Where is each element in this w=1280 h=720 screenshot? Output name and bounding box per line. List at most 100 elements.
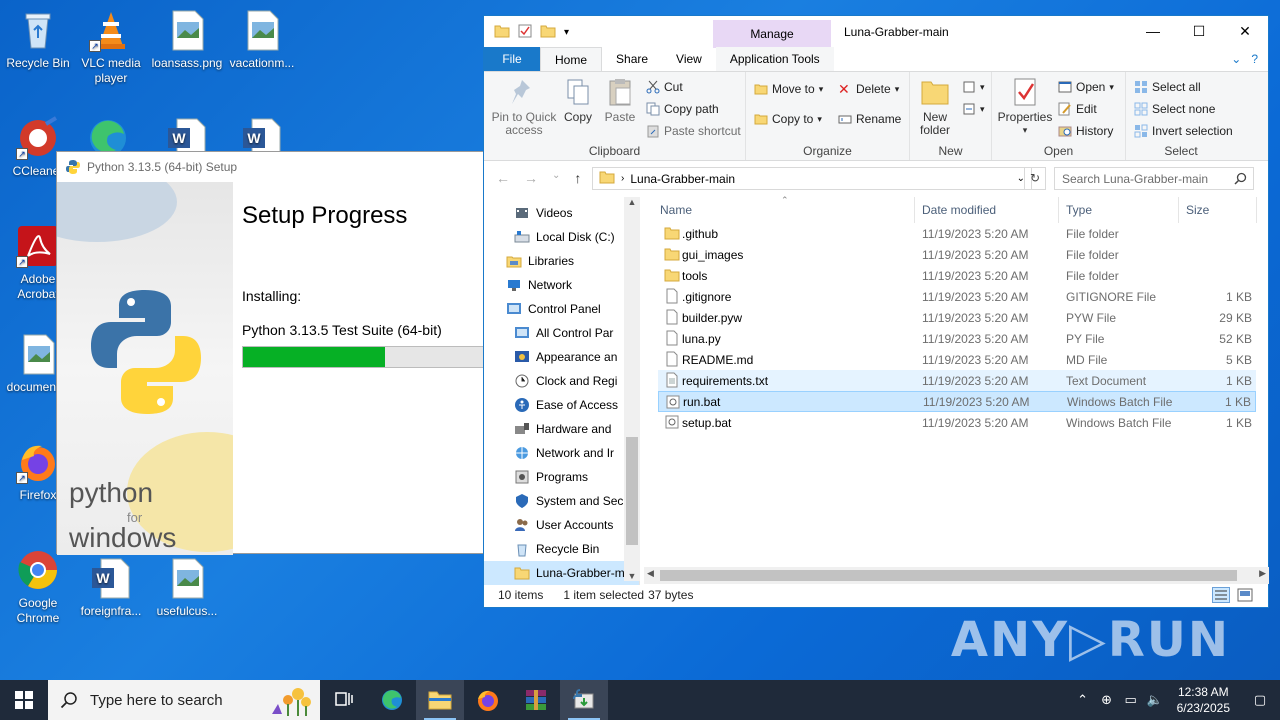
taskbar-search-box[interactable]: Type here to search (48, 680, 320, 720)
delete-button[interactable]: ✕ Delete ▾ (838, 82, 899, 96)
horizontal-scroll-thumb[interactable] (660, 570, 1237, 581)
nav-item-control-panel[interactable]: Control Panel (484, 297, 639, 321)
nav-item-user-accounts[interactable]: User Accounts (484, 513, 639, 537)
new-folder-quick-icon[interactable] (540, 24, 556, 41)
tab-view[interactable]: View (662, 47, 716, 71)
nav-item-ease-of-access[interactable]: Ease of Access (484, 393, 639, 417)
nav-pane-scrollbar[interactable]: ▲ ▼ (624, 197, 640, 581)
scroll-right-icon[interactable]: ▶ (1259, 568, 1266, 579)
desktop-icon-recycle-bin[interactable]: Recycle Bin (0, 8, 76, 71)
nav-item-network-internet[interactable]: Network and Ir (484, 441, 639, 465)
file-row[interactable]: luna.py 11/19/2023 5:20 AM PY File 52 KB (658, 328, 1256, 349)
nav-item-local-disk[interactable]: Local Disk (C:) (484, 225, 639, 249)
scroll-left-icon[interactable]: ◀ (647, 568, 654, 579)
nav-item-luna-grabber[interactable]: Luna-Grabber-m (484, 561, 639, 585)
scroll-up-icon[interactable]: ▲ (624, 197, 640, 207)
nav-item-clock-region[interactable]: Clock and Regi (484, 369, 639, 393)
desktop-icon-vacation[interactable]: vacationm... (224, 8, 300, 71)
copy-path-button[interactable]: Copy path (646, 102, 719, 116)
task-view-button[interactable] (320, 680, 368, 720)
desktop-icon-foreignfra[interactable]: W foreignfra... (73, 556, 149, 619)
breadcrumb-chevron-icon[interactable]: › (621, 173, 624, 184)
file-row[interactable]: gui_images 11/19/2023 5:20 AM File folder (658, 244, 1256, 265)
details-view-icon[interactable] (1212, 587, 1230, 606)
refresh-icon[interactable]: ↻ (1024, 167, 1046, 190)
collapse-ribbon-icon[interactable]: ⌄ (1231, 52, 1241, 66)
nav-item-recycle-bin[interactable]: Recycle Bin (484, 537, 639, 561)
search-input[interactable]: Search Luna-Grabber-main (1062, 172, 1208, 186)
forward-arrow-icon[interactable]: → (524, 170, 538, 186)
file-row[interactable]: setup.bat 11/19/2023 5:20 AM Windows Batch… (658, 412, 1256, 433)
file-row[interactable]: builder.pyw 11/19/2023 5:20 AM PYW File 29 … (658, 307, 1256, 328)
column-type[interactable]: Type (1066, 203, 1092, 217)
back-arrow-icon[interactable]: ← (496, 170, 510, 186)
select-all-button[interactable]: Select all (1134, 80, 1201, 94)
close-icon[interactable]: ✕ (1222, 16, 1268, 46)
file-explorer-window[interactable]: ▾ Manage Luna-Grabber-main — ☐ ✕ File Ho… (483, 15, 1269, 608)
desktop-icon-loansass[interactable]: loansass.png (149, 8, 225, 71)
pin-to-quick-access-button[interactable]: Pin to Quick access (488, 76, 560, 137)
desktop-icon-vlc[interactable]: ↗ VLC media player (73, 8, 149, 86)
copy-to-button[interactable]: Copy to ▾ (754, 112, 822, 126)
copy-button[interactable]: Copy (558, 76, 598, 124)
file-row[interactable]: tools 11/19/2023 5:20 AM File folder (658, 265, 1256, 286)
history-button[interactable]: History (1058, 124, 1113, 138)
column-date-modified[interactable]: Date modified (922, 203, 996, 217)
file-list-horizontal-scrollbar[interactable]: ◀ ▶ (644, 567, 1269, 584)
search-box[interactable]: Search Luna-Grabber-main (1054, 167, 1254, 190)
notification-center-icon[interactable]: ▢ (1240, 692, 1280, 708)
taskbar-firefox[interactable] (464, 680, 512, 720)
invert-selection-button[interactable]: Invert selection (1134, 124, 1233, 138)
desktop-icon-chrome[interactable]: Google Chrome (0, 548, 76, 626)
nav-item-libraries[interactable]: Libraries (484, 249, 639, 273)
desktop-icon-usefulcus[interactable]: usefulcus... (149, 556, 225, 619)
taskbar-clock[interactable]: 12:38 AM 6/23/2025 (1167, 684, 1240, 716)
python-setup-window[interactable]: Python 3.13.5 (64-bit) Setup python for … (56, 151, 502, 555)
file-row[interactable]: .gitignore 11/19/2023 5:20 AM GITIGNORE Fi… (658, 286, 1256, 307)
nav-item-all-control-panel[interactable]: All Control Par (484, 321, 639, 345)
explorer-titlebar[interactable]: ▾ Manage Luna-Grabber-main — ☐ ✕ (484, 16, 1268, 48)
taskbar-edge[interactable] (368, 680, 416, 720)
file-row[interactable]: .github 11/19/2023 5:20 AM File folder (658, 223, 1256, 244)
up-arrow-icon[interactable]: ↑ (574, 170, 581, 186)
maximize-icon[interactable]: ☐ (1176, 16, 1222, 46)
breadcrumb-current[interactable]: Luna-Grabber-main (630, 172, 735, 186)
volume-icon[interactable]: 🔈 (1143, 692, 1167, 708)
show-hidden-icons-chevron-icon[interactable]: ⌃ (1071, 692, 1095, 708)
column-name[interactable]: Name (660, 203, 692, 217)
nav-pane-scroll-thumb[interactable] (626, 437, 638, 545)
tab-home[interactable]: Home (540, 47, 603, 71)
paste-shortcut-button[interactable]: Paste shortcut (646, 124, 741, 138)
manage-contextual-tab[interactable]: Manage (713, 20, 831, 48)
nav-item-system-security[interactable]: System and Sec (484, 489, 639, 513)
help-icon[interactable]: ? (1251, 52, 1258, 66)
tab-share[interactable]: Share (602, 47, 662, 71)
properties-button[interactable]: Properties ▾ (996, 76, 1054, 137)
large-icons-view-icon[interactable] (1236, 587, 1254, 606)
address-bar[interactable]: › Luna-Grabber-main ⌄ (592, 167, 1032, 190)
recent-chevron-icon[interactable]: ⌄ (552, 170, 560, 186)
column-size[interactable]: Size (1186, 203, 1209, 217)
nav-item-network[interactable]: Network (484, 273, 639, 297)
taskbar-search-input[interactable]: Type here to search (90, 692, 223, 709)
taskbar-python-installer[interactable] (560, 680, 608, 720)
nav-item-hardware[interactable]: Hardware and (484, 417, 639, 441)
chevron-down-icon[interactable]: ▾ (564, 27, 569, 38)
move-to-button[interactable]: Move to ▾ (754, 82, 823, 96)
taskbar-winrar[interactable] (512, 680, 560, 720)
minimize-icon[interactable]: — (1130, 16, 1176, 46)
select-none-button[interactable]: Select none (1134, 102, 1215, 116)
nav-item-videos[interactable]: Videos (484, 201, 639, 225)
tab-application-tools[interactable]: Application Tools (715, 47, 834, 71)
rename-button[interactable]: Rename (838, 112, 901, 126)
new-folder-button[interactable]: New folder (914, 76, 956, 137)
file-row[interactable]: run.bat 11/19/2023 5:20 AM Windows Batch F… (658, 391, 1256, 412)
new-item-button[interactable]: ▾ (962, 80, 985, 94)
edit-button[interactable]: Edit (1058, 102, 1097, 116)
file-row[interactable]: README.md 11/19/2023 5:20 AM MD File 5 KB (658, 349, 1256, 370)
scroll-down-icon[interactable]: ▼ (624, 571, 640, 581)
taskbar-file-explorer[interactable] (416, 680, 464, 720)
tab-file[interactable]: File (484, 47, 540, 71)
cut-button[interactable]: Cut (646, 80, 683, 94)
properties-quick-icon[interactable] (518, 24, 532, 41)
